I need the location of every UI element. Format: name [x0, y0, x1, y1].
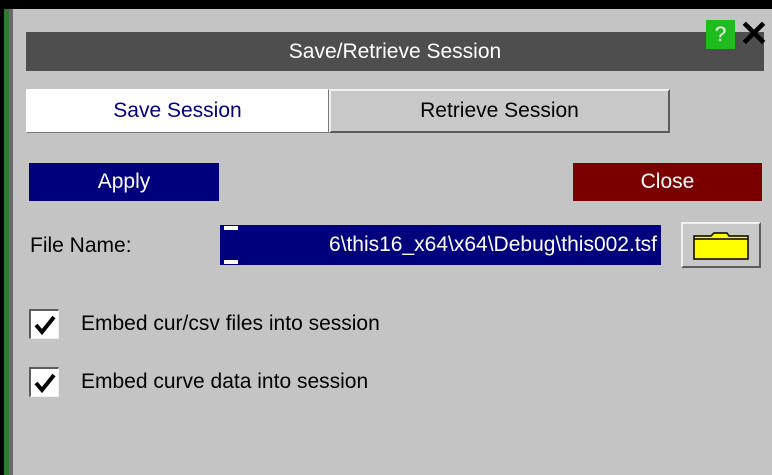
close-button[interactable]: Close: [573, 163, 762, 201]
checkmark-icon: [34, 373, 56, 394]
embed-cur-csv-label: Embed cur/csv files into session: [81, 312, 380, 335]
embed-curve-data-checkbox[interactable]: [29, 367, 59, 397]
file-name-value: 6\this16_x64\x64\Debug\this002.tsf: [328, 233, 657, 256]
dialog-title-bar: Save/Retrieve Session: [26, 32, 764, 71]
dialog-title: Save/Retrieve Session: [288, 39, 502, 63]
tab-retrieve-session-label: Retrieve Session: [420, 99, 579, 122]
tab-save-session[interactable]: Save Session: [26, 89, 329, 133]
file-name-label: File Name:: [30, 234, 132, 257]
dialog-close-button[interactable]: ✕: [736, 16, 772, 52]
embed-cur-csv-checkbox[interactable]: [29, 309, 59, 339]
window-top-border: [0, 0, 772, 9]
close-button-label: Close: [640, 170, 695, 193]
file-name-input[interactable]: 6\this16_x64\x64\Debug\this002.tsf: [220, 225, 661, 265]
tab-retrieve-session[interactable]: Retrieve Session: [329, 89, 670, 133]
tab-save-session-label: Save Session: [113, 99, 242, 122]
close-icon: ✕: [738, 13, 770, 54]
folder-icon: [693, 232, 749, 260]
embed-curve-data-label: Embed curve data into session: [81, 370, 369, 393]
text-caret: [224, 226, 238, 264]
checkmark-icon: [34, 315, 56, 336]
option-embed-curve-data[interactable]: Embed curve data into session: [29, 367, 368, 397]
help-icon: ?: [714, 22, 727, 46]
option-embed-cur-csv[interactable]: Embed cur/csv files into session: [29, 309, 380, 339]
browse-folder-button[interactable]: [681, 222, 761, 268]
apply-button-label: Apply: [97, 170, 151, 193]
help-button[interactable]: ?: [706, 20, 735, 49]
window-left-shadow: [9, 9, 13, 475]
apply-button[interactable]: Apply: [29, 163, 219, 201]
